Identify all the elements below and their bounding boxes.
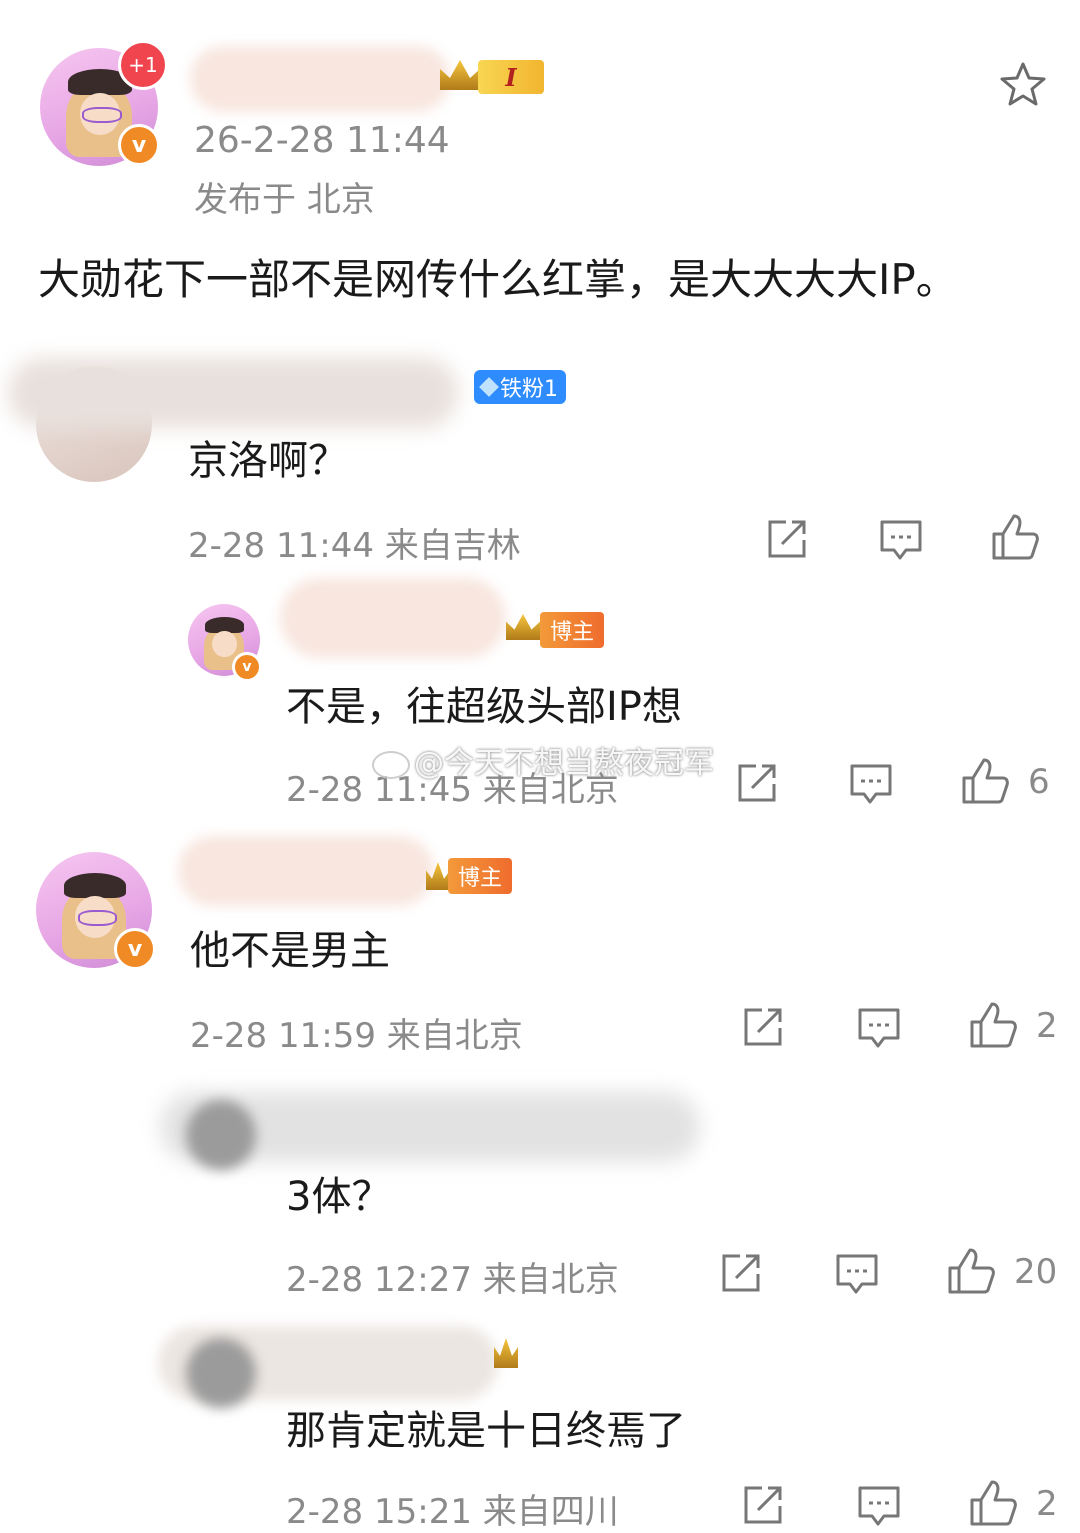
diamond-icon — [479, 377, 499, 397]
comment-icon[interactable] — [856, 1484, 902, 1528]
comment-content: 京洛啊？ — [188, 438, 348, 484]
verified-badge-icon: v — [232, 652, 262, 682]
blogger-badge: 博主 — [540, 612, 605, 648]
verified-badge-icon: v — [118, 124, 160, 166]
share-icon[interactable] — [764, 516, 810, 562]
crown-icon — [494, 1338, 518, 1368]
share-icon[interactable] — [734, 760, 780, 806]
share-icon[interactable] — [718, 1250, 764, 1296]
like-count: 2 — [1036, 1484, 1058, 1524]
crown-icon — [506, 614, 540, 640]
post-username-blurred[interactable] — [190, 46, 450, 112]
comment-1: 铁粉1 京洛啊？ 2-28 11:44 来自吉林 — [0, 330, 1080, 580]
comment-3: v 博主 他不是男主 2-28 11:59 来自北京 2 — [0, 830, 1080, 1070]
share-icon[interactable] — [740, 1482, 786, 1528]
comment-meta: 2-28 11:44 来自吉林 — [188, 526, 521, 566]
comment-content: 那肯定就是十日终焉了 — [286, 1408, 686, 1454]
like-icon[interactable] — [946, 1246, 996, 1296]
notification-badge: +1 — [118, 40, 168, 90]
like-count: 2 — [1036, 1006, 1058, 1046]
comment-avatar[interactable] — [186, 1338, 256, 1408]
post-timestamp: 26-2-28 11:44 — [194, 120, 450, 161]
comment-icon[interactable] — [878, 518, 924, 562]
comment-icon[interactable] — [848, 762, 894, 806]
post-content: 大勋花下一部不是网传什么红掌，是大大大大IP。 — [38, 255, 958, 304]
like-icon[interactable] — [968, 1478, 1018, 1528]
iron-fan-badge: 铁粉1 — [474, 370, 566, 404]
comment-content: 他不是男主 — [190, 928, 390, 974]
comment-username-blurred[interactable] — [178, 836, 434, 906]
comment-username-blurred[interactable] — [280, 578, 506, 658]
like-count: 6 — [1028, 762, 1050, 802]
share-icon[interactable] — [740, 1004, 786, 1050]
comment-4: 3体？ 2-28 12:27 来自北京 20 — [0, 1070, 1080, 1320]
comment-icon[interactable] — [834, 1252, 880, 1296]
comment-meta: 2-28 12:27 来自北京 — [286, 1260, 619, 1300]
like-count: 20 — [1014, 1252, 1058, 1292]
watermark: @今天不想当熬夜冠军 — [372, 738, 714, 782]
weibo-logo-icon — [372, 750, 410, 779]
like-icon[interactable] — [968, 1000, 1018, 1050]
comment-icon[interactable] — [856, 1006, 902, 1050]
comment-meta: 2-28 11:59 来自北京 — [190, 1016, 523, 1056]
comment-5: 那肯定就是十日终焉了 2-28 15:21 来自四川 2 — [0, 1316, 1080, 1532]
comment-2: v 博主 不是，往超级头部IP想 2-28 11:45 来自北京 6 — [0, 578, 1080, 828]
blogger-badge: 博主 — [448, 858, 513, 894]
comment-content: 3体？ — [286, 1174, 392, 1220]
like-icon[interactable] — [960, 756, 1010, 806]
post-location: 发布于 北京 — [194, 180, 375, 220]
badge-label: 铁粉1 — [500, 377, 558, 402]
comment-content: 不是，往超级头部IP想 — [286, 684, 682, 730]
comment-avatar[interactable] — [186, 1100, 256, 1170]
comment-meta: 2-28 15:21 来自四川 — [286, 1492, 619, 1532]
star-favorite-icon[interactable] — [998, 60, 1048, 110]
comment-username-blurred[interactable] — [8, 358, 458, 428]
level-badge: I — [478, 60, 544, 94]
like-icon[interactable] — [990, 512, 1040, 562]
verified-badge-icon: v — [114, 928, 156, 970]
watermark-text: @今天不想当熬夜冠军 — [414, 746, 714, 781]
level-badge-label: I — [505, 62, 517, 92]
